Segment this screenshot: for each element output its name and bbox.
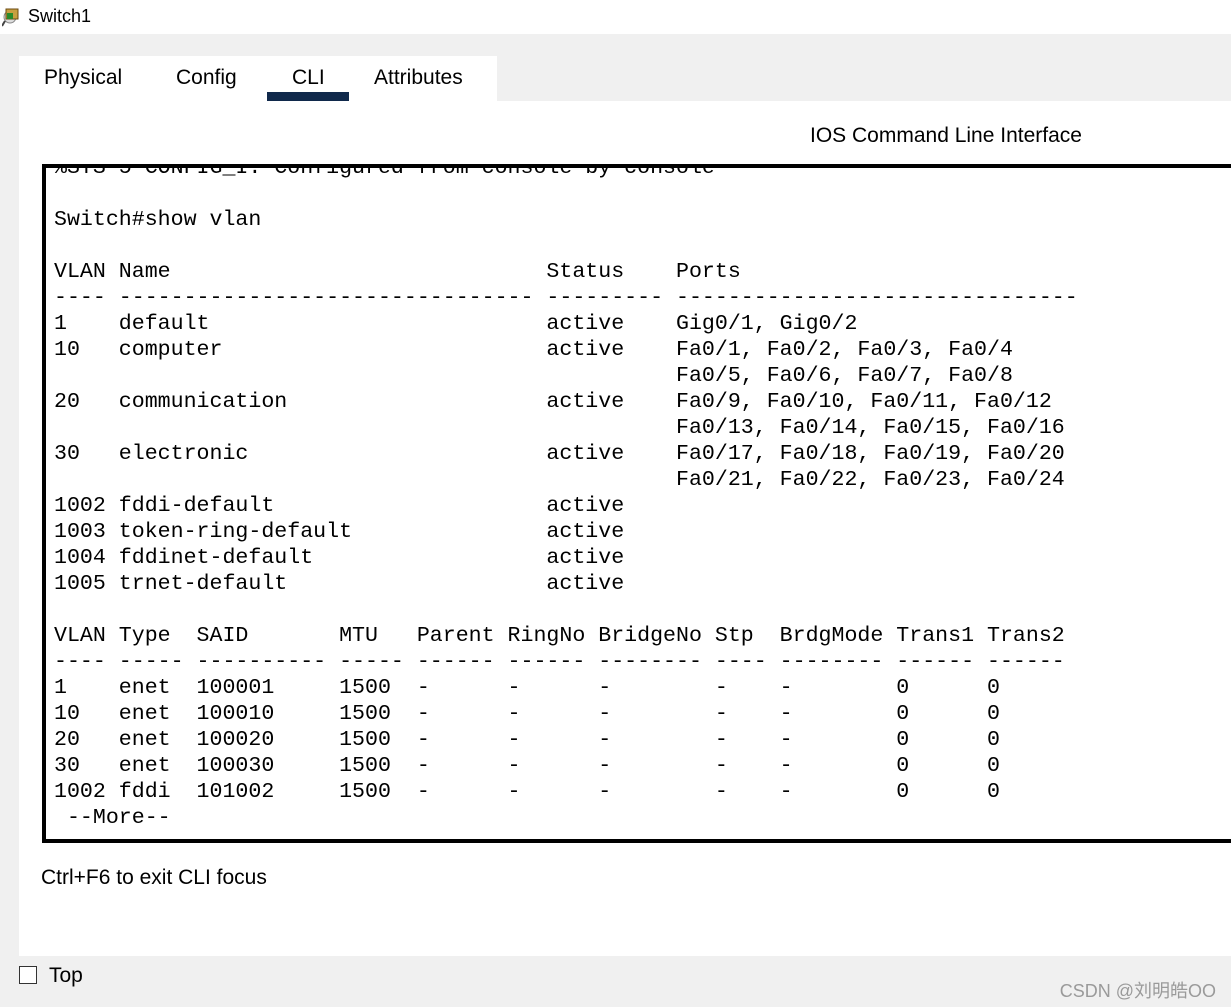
active-tab-indicator — [267, 92, 349, 101]
window-title: Switch1 — [28, 6, 92, 26]
tab-cli[interactable]: CLI — [292, 66, 325, 90]
top-label: Top — [49, 964, 83, 987]
tab-strip: Physical Config CLI Attributes — [19, 56, 497, 102]
top-checkbox[interactable] — [19, 966, 37, 984]
terminal-output: %SYS-5-CONFIG_I: Configured from console… — [54, 164, 1078, 830]
tab-attributes[interactable]: Attributes — [374, 66, 463, 90]
cli-focus-hint: Ctrl+F6 to exit CLI focus — [41, 866, 267, 889]
cli-terminal[interactable]: %SYS-5-CONFIG_I: Configured from console… — [42, 164, 1231, 843]
cli-header: IOS Command Line Interface — [810, 124, 1082, 147]
tab-physical[interactable]: Physical — [44, 66, 122, 90]
tab-config[interactable]: Config — [176, 66, 237, 90]
title-bar: Switch1 — [0, 0, 1231, 34]
switch-device-icon — [2, 8, 19, 27]
watermark: CSDN @刘明皓OO — [1059, 981, 1216, 1001]
